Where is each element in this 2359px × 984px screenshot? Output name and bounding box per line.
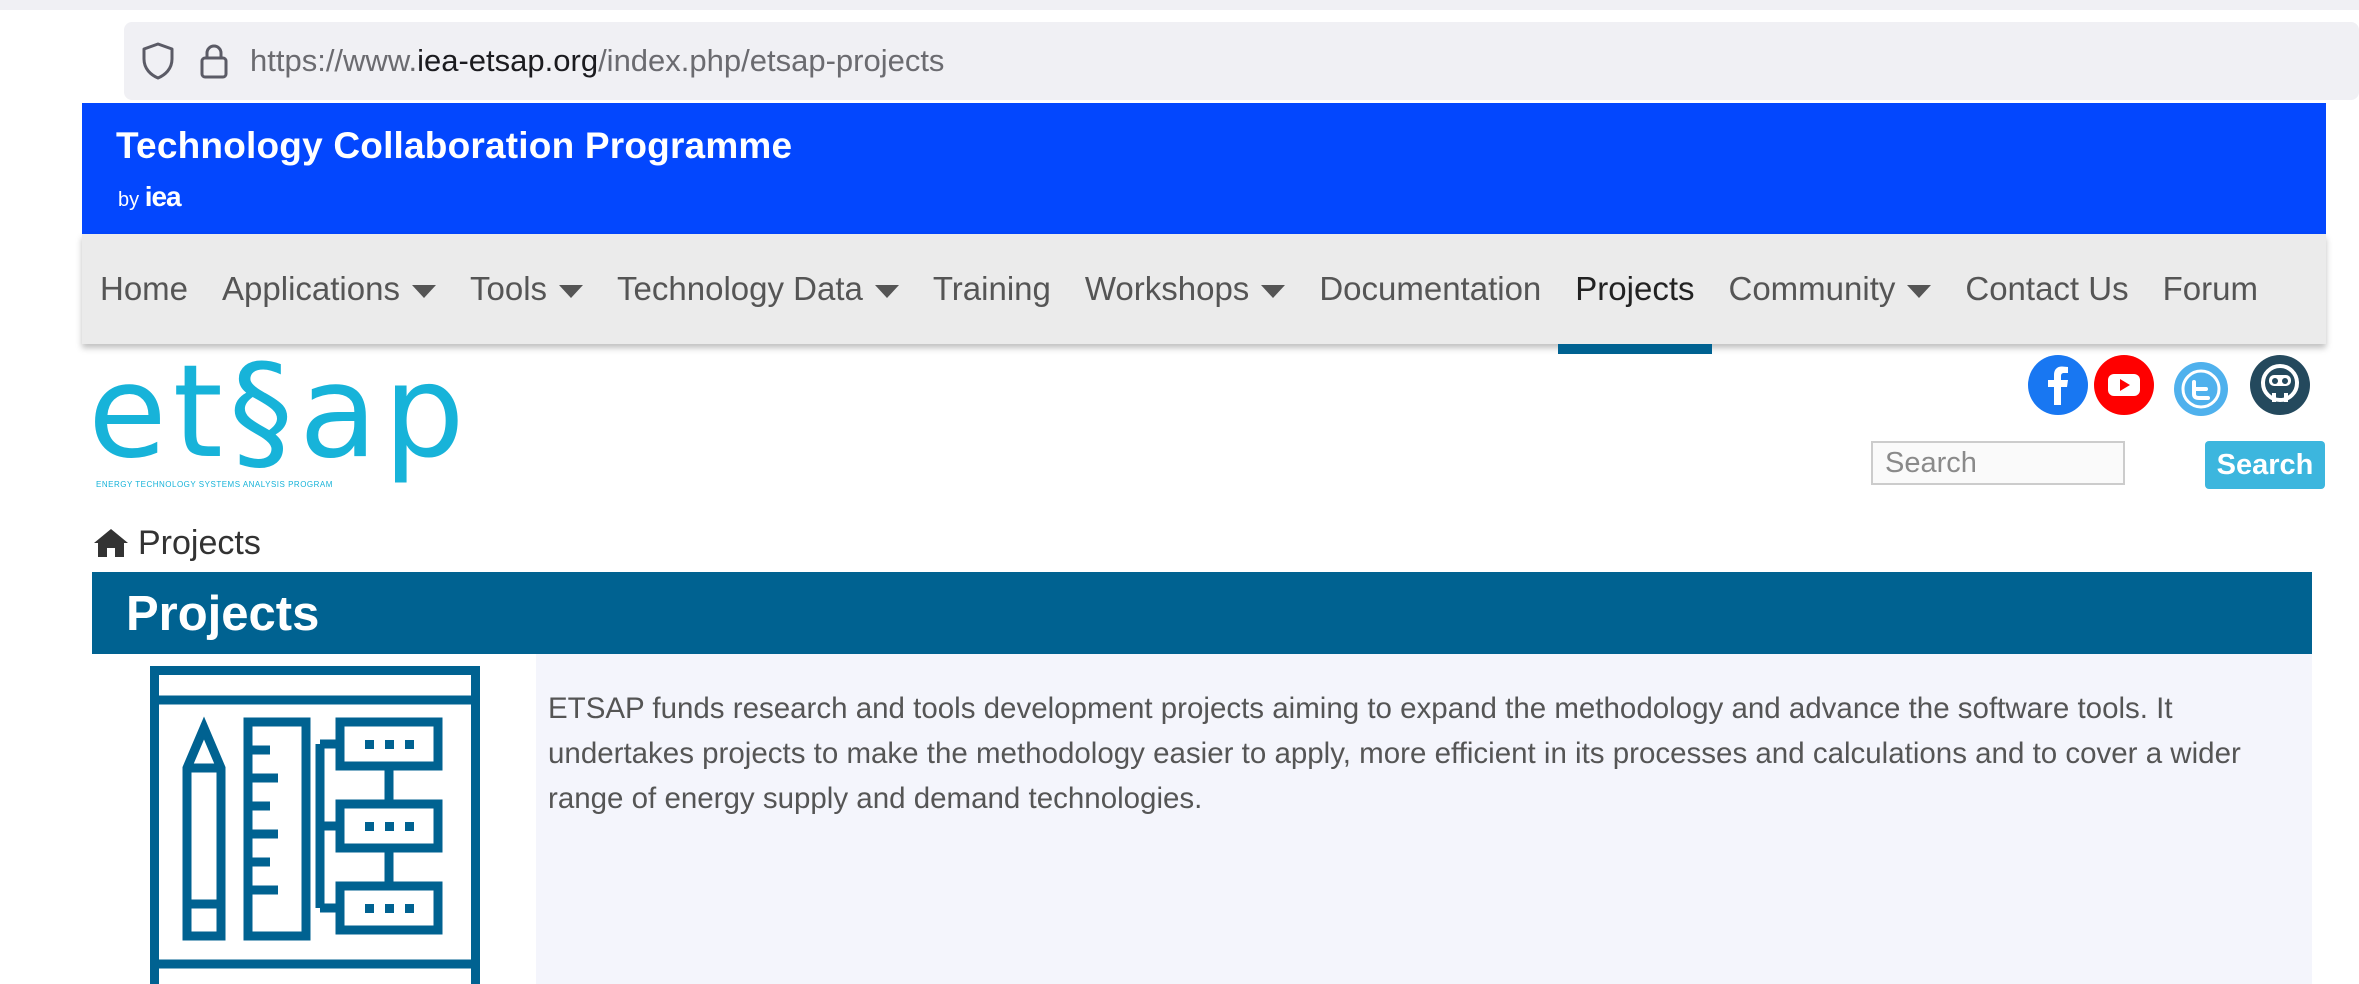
caret-down-icon — [411, 284, 436, 298]
banner-title: Technology Collaboration Programme — [116, 125, 793, 166]
twitter-icon[interactable] — [2174, 362, 2228, 416]
banner-byline: by iea — [118, 181, 182, 212]
nav-item-contact-us[interactable]: Contact Us — [1948, 234, 2145, 344]
facebook-icon[interactable] — [2028, 355, 2088, 415]
breadcrumb-current: Projects — [138, 523, 261, 562]
nav-item-documentation[interactable]: Documentation — [1302, 234, 1558, 344]
forum-icon[interactable] — [2250, 355, 2310, 415]
tcp-banner[interactable]: Technology Collaboration Programme by ie… — [82, 103, 2326, 234]
nav-item-training[interactable]: Training — [916, 234, 1068, 344]
search-input[interactable] — [1871, 441, 2125, 485]
page-title: Projects — [126, 587, 320, 641]
address-bar[interactable]: https://www.iea-etsap.org/index.php/etsa… — [124, 22, 2359, 100]
content-box: ETSAP funds research and tools developme… — [536, 654, 2312, 984]
home-icon[interactable] — [92, 527, 130, 559]
caret-down-icon — [1261, 284, 1286, 298]
nav-item-projects[interactable]: Projects — [1558, 234, 1712, 354]
nav-item-community[interactable]: Community — [1712, 234, 1949, 344]
youtube-icon[interactable] — [2094, 355, 2154, 415]
nav-item-technology-data[interactable]: Technology Data — [600, 234, 916, 344]
caret-down-icon — [874, 284, 899, 298]
etsap-logo[interactable]: et§ap ENERGY TECHNOLOGY SYSTEMS ANALYSIS… — [88, 338, 468, 492]
nav-item-tools[interactable]: Tools — [453, 234, 600, 344]
main-nav: Home Applications Tools Technology Data … — [82, 234, 2326, 354]
nav-item-workshops[interactable]: Workshops — [1068, 234, 1302, 344]
caret-down-icon — [559, 284, 584, 298]
url-text[interactable]: https://www.iea-etsap.org/index.php/etsa… — [250, 43, 944, 79]
lock-icon[interactable] — [198, 42, 230, 80]
caret-down-icon — [1907, 284, 1932, 298]
nav-item-applications[interactable]: Applications — [205, 234, 453, 344]
iea-logo: iea — [144, 181, 182, 212]
nav-item-forum[interactable]: Forum — [2146, 234, 2275, 344]
search-button[interactable]: Search — [2205, 441, 2325, 489]
page-title-bar: Projects — [92, 572, 2312, 654]
nav-item-home[interactable]: Home — [82, 234, 205, 344]
browser-toolbar — [0, 0, 2359, 10]
shield-icon[interactable] — [140, 41, 176, 81]
project-description: ETSAP funds research and tools developme… — [548, 692, 2241, 815]
breadcrumb: Projects — [92, 521, 261, 565]
projects-illustration-icon — [150, 666, 480, 984]
